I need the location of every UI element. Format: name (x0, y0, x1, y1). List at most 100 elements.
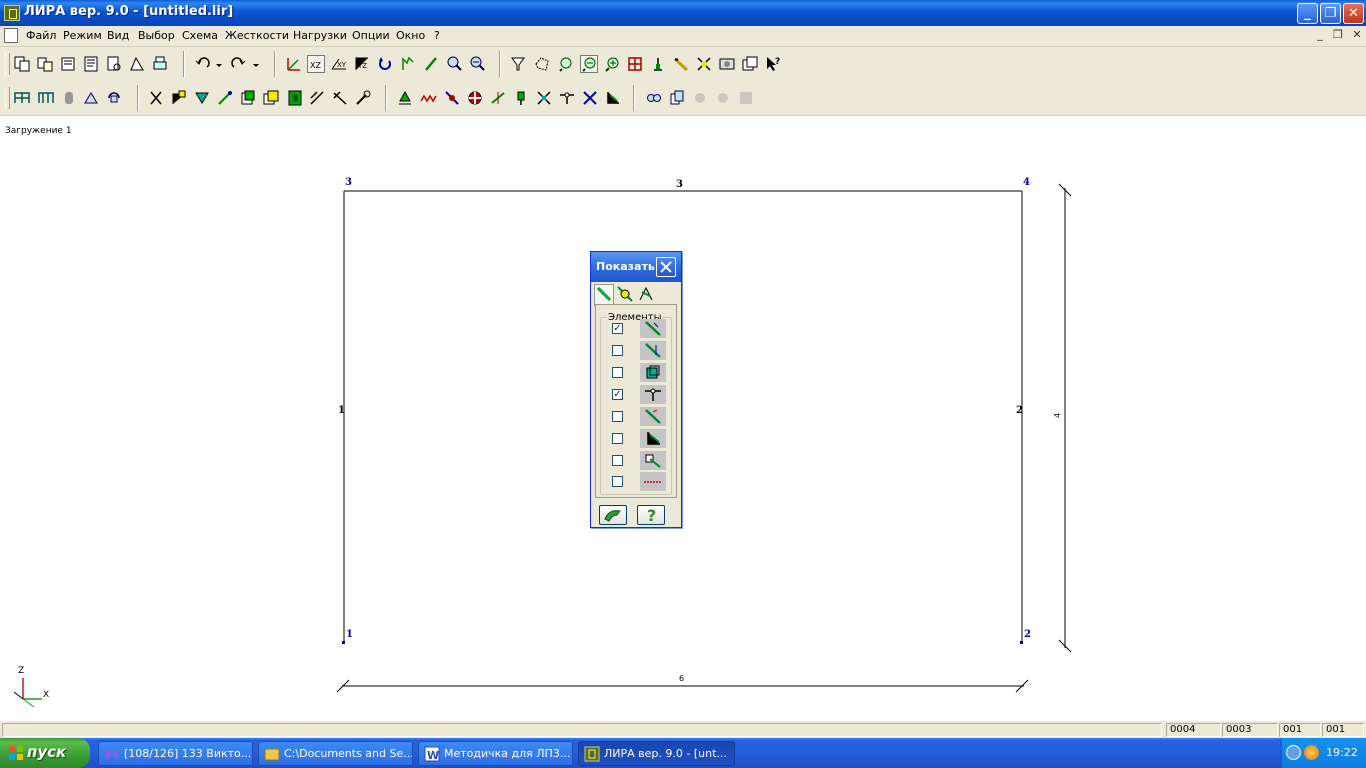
frame-generator-icon[interactable] (13, 89, 31, 107)
element-type-checkbox[interactable] (612, 323, 623, 334)
close-button[interactable]: ✕ (1343, 3, 1364, 24)
element-type-checkbox[interactable] (612, 476, 623, 487)
print-icon[interactable] (151, 55, 169, 73)
hinges-icon[interactable] (443, 89, 461, 107)
zoom-plus-icon[interactable] (603, 55, 621, 73)
print-scheme-icon[interactable] (128, 55, 146, 73)
yz-projection-icon[interactable]: YZ (353, 55, 371, 73)
apply-button[interactable] (599, 505, 627, 525)
dialog-title-bar[interactable]: Показать (591, 252, 681, 282)
preview-icon[interactable] (105, 55, 123, 73)
local-axes-bar-icon[interactable] (489, 89, 507, 107)
pin-icon[interactable] (512, 89, 530, 107)
taskbar-item-messenger[interactable]: [108/126] 133 Викто... (98, 741, 253, 766)
move-node-icon[interactable] (193, 89, 211, 107)
dialog-close-icon[interactable] (656, 257, 676, 277)
unite-nodes-icon[interactable] (216, 89, 234, 107)
support-conditions-icon[interactable] (396, 89, 414, 107)
taskbar-item-explorer[interactable]: C:\Documents and Se... (258, 741, 413, 766)
copy-icon[interactable] (741, 55, 759, 73)
pack-delete-icon[interactable] (286, 89, 304, 107)
zoom-out-icon[interactable] (468, 55, 486, 73)
tray-app-icon[interactable] (1304, 745, 1319, 760)
menu-options[interactable]: Опции (352, 29, 390, 42)
context-help-icon[interactable]: ? (764, 55, 782, 73)
flag-icon[interactable] (695, 55, 713, 73)
save-file-icon[interactable] (59, 55, 77, 73)
node-1-marker[interactable] (342, 641, 345, 644)
support-icon[interactable] (649, 55, 667, 73)
menu-help[interactable]: ? (434, 29, 440, 42)
pack-scheme-icon[interactable] (239, 89, 257, 107)
truss-generator-icon[interactable] (37, 89, 55, 107)
mdi-minimize-button[interactable]: _ (1313, 29, 1327, 42)
cylinder-icon[interactable] (60, 89, 78, 107)
pencil-edit-icon[interactable] (672, 55, 690, 73)
xz-projection-icon[interactable]: XZ (307, 55, 325, 73)
rotate-icon[interactable] (376, 55, 394, 73)
pan-icon[interactable] (399, 55, 417, 73)
cross-bracing-icon[interactable] (581, 89, 599, 107)
element-type-checkbox[interactable] (612, 389, 623, 400)
menu-view[interactable]: Вид (107, 29, 129, 42)
help-button[interactable]: ? (637, 505, 665, 525)
transform-icon[interactable] (82, 89, 100, 107)
redo-dropdown-chevron-down-icon[interactable] (251, 55, 261, 73)
element-type-checkbox[interactable] (612, 345, 623, 356)
element-type-checkbox[interactable] (612, 367, 623, 378)
clock[interactable]: 19:22 (1326, 746, 1358, 759)
stiffness-tool-icon[interactable] (535, 89, 553, 107)
mdi-close-button[interactable]: ✕ (1350, 29, 1364, 42)
properties-icon[interactable] (82, 55, 100, 73)
filter-icon[interactable] (509, 55, 527, 73)
split-bar-icon[interactable] (308, 89, 326, 107)
hinge-icon[interactable] (558, 89, 576, 107)
tab-misc[interactable] (636, 284, 656, 304)
tab-elements[interactable] (594, 284, 614, 306)
undo-dropdown-chevron-down-icon[interactable] (214, 55, 224, 73)
element-type-checkbox[interactable] (612, 455, 623, 466)
start-button[interactable]: пуск (0, 738, 90, 768)
xy-projection-icon[interactable]: XY (330, 55, 348, 73)
open-file-icon[interactable] (36, 55, 54, 73)
zoom-in-icon[interactable] (445, 55, 463, 73)
menu-loads[interactable]: Нагрузки (293, 29, 347, 42)
rigid-link-icon[interactable] (466, 89, 484, 107)
mdi-restore-button[interactable]: ❐ (1331, 29, 1345, 42)
assembly-icon[interactable] (645, 89, 663, 107)
rigid-insert-icon[interactable] (604, 89, 622, 107)
pencil-icon[interactable] (422, 55, 440, 73)
menu-mode[interactable]: Режим (63, 29, 102, 42)
element-type-checkbox[interactable] (612, 411, 623, 422)
rotate-scheme-icon[interactable] (105, 89, 123, 107)
distributed-load-icon[interactable] (419, 89, 437, 107)
taskbar-item-word[interactable]: W Методичка для ЛП3... (418, 741, 573, 766)
menu-file[interactable]: Файл (26, 29, 56, 42)
tab-nodes[interactable] (615, 284, 635, 304)
tool-icon[interactable] (354, 89, 372, 107)
pack-copy-icon[interactable] (262, 89, 280, 107)
menu-scheme[interactable]: Схема (182, 29, 218, 42)
divide-element-icon[interactable] (331, 89, 349, 107)
model-canvas[interactable]: Загружение 1 1 2 3 4 1 2 3 4 6 Z X (0, 116, 1366, 718)
add-node-icon[interactable] (170, 89, 188, 107)
mesh-icon[interactable] (626, 55, 644, 73)
cut-icon[interactable] (147, 89, 165, 107)
menu-window[interactable]: Окно (396, 29, 425, 42)
render-icon[interactable] (718, 55, 736, 73)
zoom-minus-icon[interactable] (580, 55, 598, 73)
taskbar-item-lira[interactable]: ЛИРА вер. 9.0 - [unt... (578, 741, 735, 766)
redo-icon[interactable] (230, 55, 248, 73)
toolbar-grip[interactable] (5, 87, 10, 109)
toolbar-grip[interactable] (5, 53, 10, 75)
restore-button[interactable]: ❐ (1320, 3, 1341, 24)
zoom-window-icon[interactable] (557, 55, 575, 73)
document-icon[interactable] (4, 28, 18, 43)
minimize-button[interactable]: _ (1297, 3, 1318, 24)
new-file-icon[interactable] (13, 55, 31, 73)
fragment-icon[interactable] (533, 55, 551, 73)
axes-icon[interactable] (284, 55, 302, 73)
menu-select[interactable]: Выбор (138, 29, 175, 42)
lira-app-icon[interactable] (4, 5, 20, 21)
node-2-marker[interactable] (1020, 641, 1023, 644)
